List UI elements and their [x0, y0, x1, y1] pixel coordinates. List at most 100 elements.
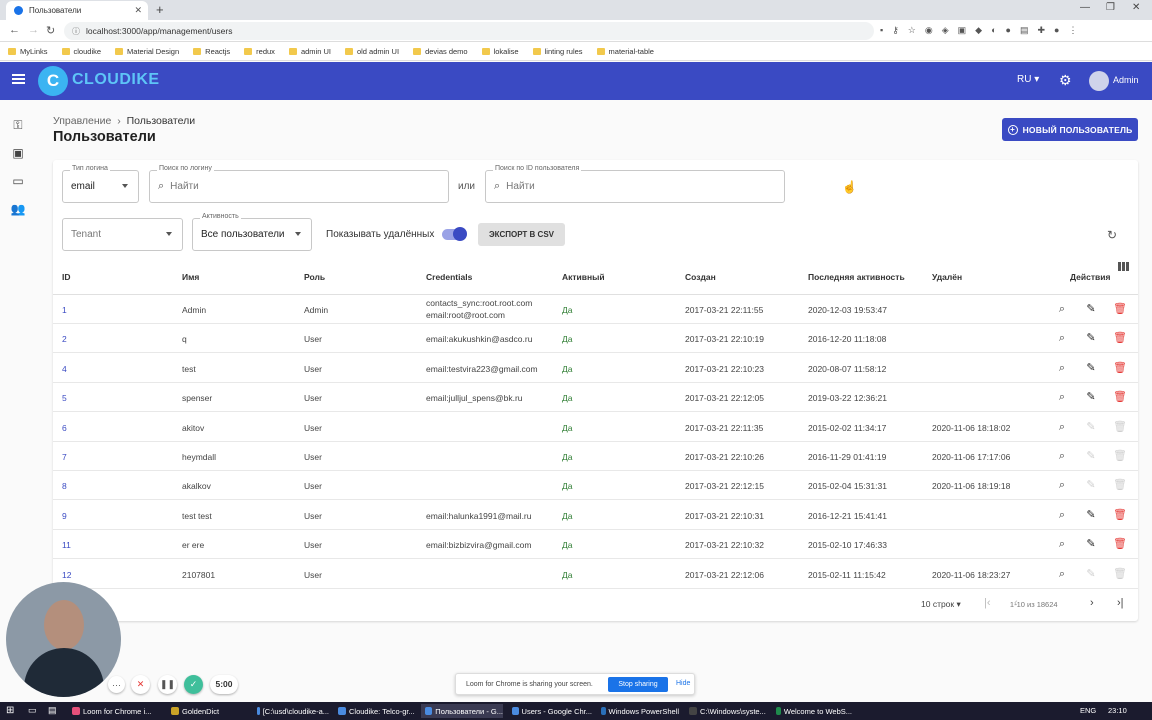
menu-dots-icon[interactable]: ⋮: [1068, 25, 1077, 36]
hide-button[interactable]: Hide: [676, 680, 690, 687]
taskbar-item[interactable]: Loom for Chrome i...: [68, 704, 158, 718]
edit-icon[interactable]: ✎: [1084, 420, 1098, 434]
feedback-icon[interactable]: ▭: [10, 174, 26, 190]
new-tab-icon[interactable]: +: [156, 2, 164, 17]
taskbar-item[interactable]: Welcome to WebS...: [772, 704, 852, 718]
extension-icon[interactable]: ◉: [925, 25, 933, 36]
col-active[interactable]: Активный: [562, 272, 605, 282]
next-page-icon[interactable]: ›: [1090, 597, 1094, 609]
delete-icon[interactable]: 🗑: [1113, 420, 1127, 434]
taskbar-item[interactable]: GoldenDict: [167, 704, 247, 718]
edit-icon[interactable]: ✎: [1084, 567, 1098, 581]
bookmark-item[interactable]: admin UI: [288, 47, 331, 56]
taskbar-item[interactable]: [C:\usd\cloudike-a...: [253, 704, 329, 718]
minimize-icon[interactable]: —: [1080, 2, 1090, 13]
task-view-icon[interactable]: ▭: [28, 705, 37, 716]
user-name[interactable]: Admin: [1113, 75, 1139, 85]
edit-icon[interactable]: ✎: [1084, 302, 1098, 316]
window-close-icon[interactable]: ✕: [1132, 2, 1140, 13]
view-icon[interactable]: ⌕: [1055, 537, 1069, 551]
reload-icon[interactable]: ↻: [46, 24, 55, 37]
delete-icon[interactable]: 🗑: [1113, 478, 1127, 492]
view-icon[interactable]: ⌕: [1055, 361, 1069, 375]
bookmark-item[interactable]: Material Design: [115, 47, 179, 56]
explorer-icon[interactable]: ▤: [48, 705, 57, 716]
col-credentials[interactable]: Credentials: [426, 272, 472, 282]
table-row[interactable]: 8 akalkov User Да 2017-03-21 22:12:15 2015-02…: [53, 471, 1138, 501]
bookmark-item[interactable]: Reactjs: [193, 47, 230, 56]
tab-close-icon[interactable]: ✕: [134, 5, 142, 16]
camera-icon[interactable]: ▪: [880, 25, 883, 36]
bookmark-item[interactable]: MyLinks: [8, 47, 48, 56]
breadcrumb-root[interactable]: Управление: [53, 115, 111, 127]
bookmark-item[interactable]: old admin UI: [344, 47, 399, 56]
new-user-button[interactable]: + НОВЫЙ ПОЛЬЗОВАТЕЛЬ: [1002, 118, 1138, 141]
delete-icon[interactable]: 🗑: [1113, 390, 1127, 404]
delete-icon[interactable]: 🗑: [1113, 331, 1127, 345]
view-icon[interactable]: ⌕: [1055, 420, 1069, 434]
table-row[interactable]: 1 Admin Admin contacts_sync:root.root.com em…: [53, 295, 1138, 324]
extension-icon[interactable]: ◆: [975, 25, 982, 36]
col-role[interactable]: Роль: [304, 272, 325, 282]
puzzle-icon[interactable]: ✚: [1037, 25, 1045, 36]
edit-icon[interactable]: ✎: [1084, 331, 1098, 345]
extension-icon[interactable]: ▤: [1020, 25, 1029, 36]
edit-icon[interactable]: ✎: [1084, 361, 1098, 375]
delete-icon[interactable]: 🗑: [1113, 508, 1127, 522]
bookmark-item[interactable]: cloudike: [61, 47, 101, 56]
taskbar-item[interactable]: Cloudike: Telco-gr...: [334, 704, 416, 718]
login-search-input[interactable]: Поиск по логину ⌕ Найти: [149, 165, 449, 203]
activity-select[interactable]: Активность Все пользователи: [192, 213, 312, 251]
table-row[interactable]: 11 er ere User email:bizbizvira@gmail.com Да…: [53, 530, 1138, 560]
export-csv-button[interactable]: ЭКСПОРТ В CSV: [478, 223, 565, 246]
show-deleted-toggle[interactable]: [442, 227, 467, 241]
pause-icon[interactable]: ❚❚: [158, 675, 177, 694]
extension-icon[interactable]: ●: [1006, 25, 1011, 36]
login-type-select[interactable]: Тип логина email: [62, 165, 139, 203]
clock[interactable]: 23:10: [1108, 706, 1127, 715]
col-deleted[interactable]: Удалён: [932, 272, 962, 282]
stop-sharing-button[interactable]: Stop sharing: [608, 677, 668, 692]
col-last-activity[interactable]: Последняя активность: [808, 272, 905, 282]
key-icon[interactable]: ⚿: [10, 118, 26, 134]
avatar[interactable]: [1089, 71, 1109, 91]
view-icon[interactable]: ⌕: [1055, 331, 1069, 345]
extension-icon[interactable]: ◈: [942, 25, 949, 36]
delete-icon[interactable]: 🗑: [1113, 361, 1127, 375]
menu-icon[interactable]: [12, 74, 25, 84]
prev-page-icon[interactable]: ‹: [1014, 597, 1018, 609]
delete-icon[interactable]: 🗑: [1113, 537, 1127, 551]
bookmark-item[interactable]: devias demo: [413, 47, 468, 56]
taskbar-item[interactable]: Пользователи - G...: [421, 704, 503, 718]
bookmark-item[interactable]: linting rules: [532, 47, 583, 56]
col-name[interactable]: Имя: [182, 272, 199, 282]
table-row[interactable]: 5 spenser User email:julljul_spens@bk.ru Да 2…: [53, 383, 1138, 413]
col-id[interactable]: ID: [62, 272, 71, 282]
table-row[interactable]: 6 akitov User Да 2017-03-21 22:11:35 2015-02-…: [53, 413, 1138, 442]
more-icon[interactable]: ···: [108, 676, 125, 693]
webcam-bubble[interactable]: [6, 582, 121, 697]
rows-per-page-select[interactable]: 10 строк ▾: [921, 599, 961, 609]
users-icon[interactable]: 👥: [10, 202, 26, 218]
table-row[interactable]: 9 test test User email:halunka1991@mail.ru Д…: [53, 501, 1138, 530]
extension-icon[interactable]: ▣: [958, 25, 967, 36]
view-icon[interactable]: ⌕: [1055, 390, 1069, 404]
first-page-icon[interactable]: |‹: [984, 597, 991, 609]
browser-tab[interactable]: Пользователи ✕: [6, 1, 148, 20]
gear-icon[interactable]: ⚙: [1059, 72, 1072, 89]
refresh-icon[interactable]: ↻: [1107, 228, 1117, 242]
taskbar-item[interactable]: Windows PowerShell: [597, 704, 679, 718]
columns-icon[interactable]: [1118, 262, 1129, 271]
star-icon[interactable]: ☆: [908, 25, 916, 36]
key-icon[interactable]: ⚷: [892, 25, 899, 36]
cancel-recording-icon[interactable]: ✕: [131, 675, 150, 694]
language-indicator[interactable]: ENG: [1080, 706, 1096, 715]
edit-icon[interactable]: ✎: [1084, 537, 1098, 551]
edit-icon[interactable]: ✎: [1084, 390, 1098, 404]
restore-icon[interactable]: ❐: [1106, 2, 1115, 13]
table-row[interactable]: 4 test User email:testvira223@gmail.com Да 20…: [53, 354, 1138, 383]
profile-icon[interactable]: ●: [1054, 25, 1059, 36]
delete-icon[interactable]: 🗑: [1113, 449, 1127, 463]
edit-icon[interactable]: ✎: [1084, 449, 1098, 463]
forward-icon[interactable]: →: [28, 24, 39, 36]
